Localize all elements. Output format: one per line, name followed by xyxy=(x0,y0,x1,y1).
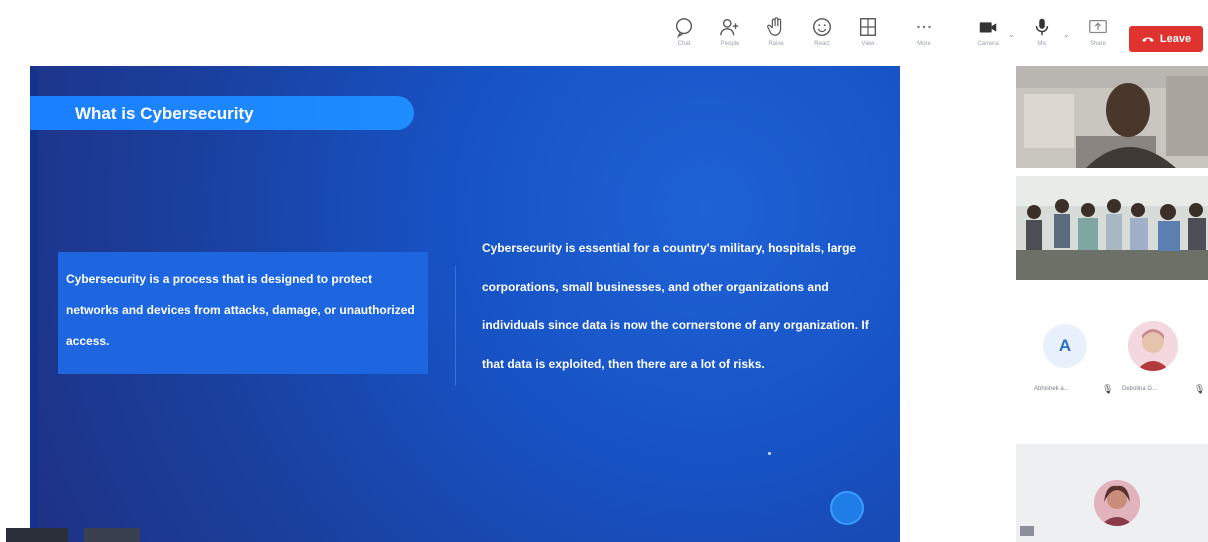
participants-panel: A Abhishek a... 🎙 Debolina G... 🎙 xyxy=(1016,66,1208,542)
view-label: View xyxy=(861,41,875,47)
slide-logo-icon xyxy=(830,491,864,525)
tile-status-badge xyxy=(1020,526,1034,536)
participant-avatar-photo[interactable] xyxy=(1128,321,1178,371)
share-icon xyxy=(1089,19,1107,34)
definition-box: Cybersecurity is a process that is desig… xyxy=(58,252,428,374)
avatar-photo-image xyxy=(1128,321,1178,371)
participant-video-image-1 xyxy=(1016,66,1208,168)
people-label: People xyxy=(720,41,740,47)
chat-icon xyxy=(675,18,693,38)
mic-label: Mic xyxy=(1037,41,1047,47)
react-button[interactable]: React xyxy=(800,16,844,56)
shared-slide: What is Cybersecurity Cybersecurity is a… xyxy=(30,66,900,542)
participant-avatar-initial[interactable]: A xyxy=(1043,324,1087,368)
importance-text: Cybersecurity is essential for a country… xyxy=(482,241,869,371)
camera-options-chevron-icon[interactable]: ⌄ xyxy=(1008,30,1015,39)
camera-icon xyxy=(979,22,997,33)
camera-label: Camera xyxy=(977,41,999,47)
camera-button[interactable]: Camera xyxy=(966,16,1010,56)
meeting-toolbar: Chat People Raise React View More Camera… xyxy=(0,0,1208,60)
participant-video-2[interactable] xyxy=(1016,176,1208,280)
definition-text: Cybersecurity is a process that is desig… xyxy=(66,272,415,348)
share-button[interactable]: Share xyxy=(1076,16,1120,56)
participant-name-2: Debolina G... xyxy=(1122,386,1158,392)
more-label: More xyxy=(917,41,931,47)
slide-dot xyxy=(768,452,771,455)
presenter-status-tag xyxy=(84,528,140,542)
react-icon xyxy=(813,18,831,36)
mic-button[interactable]: Mic xyxy=(1020,16,1064,56)
view-button[interactable]: View xyxy=(846,16,890,56)
phone-hangup-icon xyxy=(1142,37,1154,42)
raise-hand-button[interactable]: Raise xyxy=(754,16,798,56)
react-label: React xyxy=(814,41,830,47)
participant-video-image-2 xyxy=(1016,176,1208,280)
slide-title: What is Cybersecurity xyxy=(75,104,254,123)
mic-icon xyxy=(1035,18,1049,36)
leave-label: Leave xyxy=(1159,33,1192,45)
chat-label: Chat xyxy=(677,41,691,47)
slide-edge xyxy=(30,66,38,542)
slide-divider xyxy=(455,266,456,386)
leave-button[interactable]: Leave xyxy=(1129,26,1203,52)
chat-button[interactable]: Chat xyxy=(662,16,706,56)
participant-video-1[interactable] xyxy=(1016,66,1208,168)
slide-title-banner: What is Cybersecurity xyxy=(30,96,414,130)
avatar-photo-image-3 xyxy=(1094,480,1140,526)
share-label: Share xyxy=(1089,41,1106,47)
raise-hand-icon xyxy=(767,17,782,36)
more-button[interactable]: More xyxy=(902,16,946,56)
more-icon xyxy=(917,25,931,29)
participant-avatar-photo-3 xyxy=(1094,480,1140,526)
people-icon xyxy=(720,18,739,36)
presenter-tag xyxy=(6,528,68,542)
mic-muted-icon: 🎙 xyxy=(1102,384,1114,394)
view-icon xyxy=(859,18,877,36)
raise-label: Raise xyxy=(768,41,784,47)
mic-muted-icon: 🎙 xyxy=(1194,384,1206,394)
people-button[interactable]: People xyxy=(708,16,752,56)
participant-name-1: Abhishek a... xyxy=(1034,386,1069,392)
mic-options-chevron-icon[interactable]: ⌄ xyxy=(1063,30,1070,39)
participant-tile-3[interactable] xyxy=(1016,444,1208,542)
